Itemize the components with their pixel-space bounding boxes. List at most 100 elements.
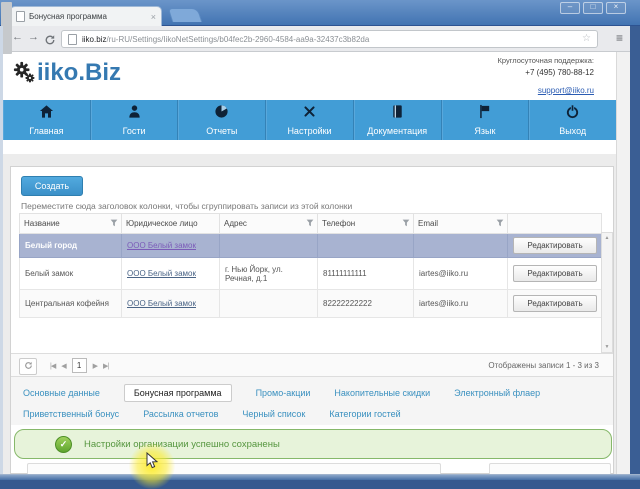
nav-label: Язык	[474, 126, 496, 136]
support-email-link[interactable]: support@iiko.ru	[538, 86, 594, 95]
window-frame-left	[0, 26, 3, 474]
table-scrollbar[interactable]: ▲ ▼	[601, 232, 613, 353]
filter-funnel-icon[interactable]	[306, 219, 314, 229]
column-header-name[interactable]: Название	[19, 213, 122, 234]
window-frame-bottom	[0, 474, 640, 480]
browser-menu-icon[interactable]: ≡	[616, 32, 623, 44]
close-button[interactable]: ×	[606, 2, 626, 14]
prev-page-button[interactable]: ◀	[61, 362, 66, 370]
column-header-phone[interactable]: Телефон	[317, 213, 414, 234]
nav-item-docs[interactable]: Документация	[354, 100, 442, 140]
tools-icon	[302, 104, 317, 124]
next-page-button[interactable]: ▶	[93, 362, 98, 370]
table-row[interactable]: Центральная кофейня ООО Белый замок 8222…	[19, 289, 602, 318]
org-phone: 82222222222	[317, 289, 414, 318]
nav-label: Настройки	[287, 126, 332, 136]
org-email: iartes@iiko.ru	[413, 257, 508, 290]
column-header-email[interactable]: Email	[413, 213, 508, 234]
tab-blacklist[interactable]: Черный список	[242, 409, 305, 419]
nav-item-reports[interactable]: Отчеты	[178, 100, 267, 140]
nav-label: Гости	[122, 126, 146, 136]
tab-close-icon[interactable]: ×	[151, 12, 156, 22]
filter-funnel-icon[interactable]	[402, 219, 410, 229]
mouse-cursor-icon	[146, 451, 159, 474]
flag-icon	[477, 104, 492, 124]
refresh-icon[interactable]	[44, 33, 56, 51]
tab-main-data[interactable]: Основные данные	[23, 388, 100, 398]
form-section-right	[489, 463, 611, 474]
address-bar[interactable]: iiko.biz /ru-RU/Settings/IikoNetSettings…	[61, 30, 598, 48]
nav-label: Выход	[559, 126, 587, 136]
table-row[interactable]: Белый город ООО Белый замок Редактироват…	[19, 233, 602, 258]
support-block: Круглосуточная поддержка: +7 (495) 780-8…	[497, 56, 594, 100]
site-header: iiko.Biz Круглосуточная поддержка: +7 (4…	[3, 52, 616, 100]
home-icon	[39, 104, 54, 124]
legal-entity-link[interactable]: ООО Белый замок	[127, 269, 196, 278]
tab-promo[interactable]: Промо-акции	[256, 388, 311, 398]
form-section-left	[27, 463, 441, 474]
tab-guest-categories[interactable]: Категории гостей	[329, 409, 400, 419]
page-icon	[68, 33, 77, 45]
book-icon	[390, 104, 405, 124]
tab-welcome-bonus[interactable]: Приветственный бонус	[23, 409, 119, 419]
create-button[interactable]: Создать	[21, 176, 83, 196]
column-header-legal[interactable]: Юридическое лицо	[121, 213, 220, 234]
edit-button[interactable]: Редактировать	[513, 295, 597, 312]
maximize-button[interactable]: □	[583, 2, 603, 14]
last-page-button[interactable]: ▶|	[103, 362, 109, 370]
tab-bonus-program[interactable]: Бонусная программа	[123, 383, 232, 402]
bookmark-star-icon[interactable]: ☆	[582, 34, 591, 44]
tab-e-flyer[interactable]: Электронный флаер	[454, 388, 540, 398]
refresh-table-icon[interactable]	[19, 358, 37, 375]
url-host: iiko.biz	[82, 34, 107, 44]
org-name: Белый город	[19, 233, 122, 258]
filter-funnel-icon[interactable]	[110, 219, 118, 229]
table-row[interactable]: Белый замок ООО Белый замок г. Нью Йорк,…	[19, 257, 602, 290]
browser-tab[interactable]: Бонусная программа ×	[10, 6, 162, 26]
column-header-actions	[507, 213, 602, 234]
edit-button[interactable]: Редактировать	[513, 265, 597, 282]
user-icon	[127, 104, 142, 124]
nav-item-settings[interactable]: Настройки	[266, 100, 354, 140]
first-page-button[interactable]: |◀	[50, 362, 56, 370]
org-address	[219, 289, 318, 318]
scroll-down-icon[interactable]: ▼	[602, 344, 612, 350]
org-address: г. Нью Йорк, ул. Речная, д.1	[219, 257, 318, 290]
organizations-panel: Создать Переместите сюда заголовок колон…	[10, 166, 614, 474]
org-phone	[317, 233, 414, 258]
iiko-biz-logo[interactable]: iiko.Biz	[13, 60, 121, 89]
nav-label: Документация	[367, 126, 428, 136]
page-body: Создать Переместите сюда заголовок колон…	[3, 140, 616, 474]
forward-icon[interactable]: →	[28, 31, 39, 43]
legal-entity-link[interactable]: ООО Белый замок	[127, 241, 196, 250]
browser-scrollbar[interactable]	[616, 52, 630, 474]
nav-item-language[interactable]: Язык	[442, 100, 530, 140]
nav-label: Главная	[29, 126, 64, 136]
tab-cumulative-discounts[interactable]: Накопительные скидки	[334, 388, 430, 398]
header-spacer	[3, 140, 616, 154]
org-name: Центральная кофейня	[19, 289, 122, 318]
new-tab-button[interactable]	[167, 8, 203, 22]
legal-entity-link[interactable]: ООО Белый замок	[127, 299, 196, 308]
back-icon[interactable]: ←	[12, 31, 23, 43]
org-email	[413, 233, 508, 258]
pie-chart-icon	[214, 104, 229, 124]
edit-button[interactable]: Редактировать	[513, 237, 597, 254]
page-content: iiko.Biz Круглосуточная поддержка: +7 (4…	[3, 52, 616, 474]
org-email: iartes@iiko.ru	[413, 289, 508, 318]
url-path: /ru-RU/Settings/IikoNetSettings/b04fec2b…	[106, 34, 370, 44]
nav-item-home[interactable]: Главная	[3, 100, 91, 140]
current-page[interactable]: 1	[71, 358, 87, 373]
tab-report-mailing[interactable]: Рассылка отчетов	[143, 409, 218, 419]
check-circle-icon: ✓	[55, 435, 72, 453]
organizations-table: Название Юридическое лицо Адрес Телефон	[19, 213, 602, 318]
window-frame-right	[630, 26, 640, 480]
minimize-button[interactable]: –	[560, 2, 580, 14]
nav-item-logout[interactable]: Выход	[529, 100, 616, 140]
settings-tabs: Основные данные Бонусная программа Промо…	[11, 377, 613, 425]
nav-item-guests[interactable]: Гости	[91, 100, 179, 140]
filter-funnel-icon[interactable]	[496, 219, 504, 229]
main-nav: Главная Гости Отчеты Настройки Документа…	[3, 100, 616, 140]
column-header-address[interactable]: Адрес	[219, 213, 318, 234]
scroll-up-icon[interactable]: ▲	[602, 235, 612, 241]
